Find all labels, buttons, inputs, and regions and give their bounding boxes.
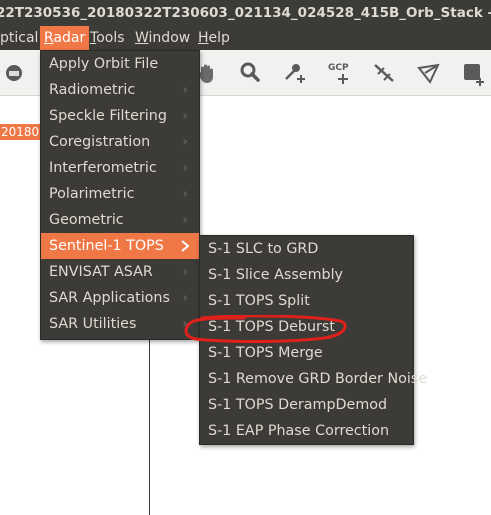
radar-item-radiometric[interactable]: Radiometric › (41, 77, 199, 103)
tops-item-label: S-1 TOPS Deburst (208, 319, 335, 335)
sentinel-1-tops-submenu: S-1 SLC to GRD S-1 Slice Assembly S-1 TO… (199, 235, 427, 445)
radar-item-speckle-filtering[interactable]: Speckle Filtering › (41, 103, 199, 129)
magic-wand-icon[interactable] (416, 60, 442, 86)
tops-item-label: S-1 TOPS Split (208, 293, 310, 309)
menu-optical-label: ptical (0, 30, 39, 46)
radar-item-label: SAR Utilities (49, 316, 137, 332)
menu-window[interactable]: Window (131, 26, 194, 50)
gcp-icon-label: GCP (328, 63, 349, 73)
gcp-add-icon[interactable]: GCP (325, 60, 357, 86)
roi-icon[interactable] (460, 60, 486, 86)
tops-item-tops-split[interactable]: S-1 TOPS Split (200, 288, 413, 314)
radar-item-label: ENVISAT ASAR (49, 264, 153, 280)
tops-item-tops-deburst[interactable]: S-1 TOPS Deburst (200, 314, 413, 340)
tops-item-tops-merge[interactable]: S-1 TOPS Merge (200, 340, 413, 366)
tops-item-remove-grd-border-noise[interactable]: S-1 Remove GRD Border Noise (200, 366, 427, 392)
radar-item-label: Polarimetric (49, 186, 135, 202)
radar-item-label: Coregistration (49, 134, 151, 150)
radar-item-label: Geometric (49, 212, 124, 228)
radar-item-envisat-asar[interactable]: ENVISAT ASAR › (41, 259, 199, 285)
radar-item-sentinel-1-tops[interactable]: Sentinel-1 TOPS (41, 233, 199, 259)
tops-item-tops-derampdemod[interactable]: S-1 TOPS DerampDemod (200, 392, 413, 418)
chevron-right-icon: › (182, 186, 188, 202)
radar-item-label: SAR Applications (49, 290, 170, 306)
chevron-right-icon: › (182, 290, 188, 306)
radar-item-label: Radiometric (49, 82, 136, 98)
menu-window-label: indow (148, 30, 191, 46)
radar-item-interferometric[interactable]: Interferometric › (41, 155, 199, 181)
menu-help[interactable]: Help (194, 26, 234, 50)
chevron-right-icon: › (182, 134, 188, 150)
chevron-right-icon: › (182, 212, 188, 228)
radar-item-label: Interferometric (49, 160, 157, 176)
tops-item-label: S-1 Slice Assembly (208, 267, 344, 283)
tops-item-label: S-1 TOPS Merge (208, 345, 323, 361)
radar-item-apply-orbit-file[interactable]: Apply Orbit File (41, 51, 199, 77)
tops-item-slc-to-grd[interactable]: S-1 SLC to GRD (200, 236, 413, 262)
menu-window-mnemonic: W (135, 30, 149, 46)
menu-help-label: elp (208, 30, 230, 46)
pin-add-icon[interactable] (281, 60, 307, 86)
radar-item-sar-applications[interactable]: SAR Applications › (41, 285, 199, 311)
radar-item-polarimetric[interactable]: Polarimetric › (41, 181, 199, 207)
radar-item-label: Apply Orbit File (49, 56, 159, 72)
menu-tools-label: ools (96, 30, 125, 46)
chevron-right-icon: › (182, 160, 188, 176)
tops-item-eap-phase-correction[interactable]: S-1 EAP Phase Correction (200, 418, 413, 444)
tops-item-label: S-1 Remove GRD Border Noise (208, 371, 428, 387)
menu-radar[interactable]: Radar (40, 26, 90, 50)
chart-icon[interactable] (2, 60, 28, 86)
menu-optical[interactable]: ptical (0, 26, 42, 50)
window-title: 22T230536_20180322T230603_021134_024528_… (0, 5, 491, 21)
app-window: 22T230536_20180322T230603_021134_024528_… (0, 0, 491, 515)
window-title-bar: 22T230536_20180322T230603_021134_024528_… (0, 0, 491, 26)
chevron-right-icon: › (182, 316, 188, 332)
tops-item-label: S-1 TOPS DerampDemod (208, 397, 388, 413)
menu-bar: ptical Radar Tools Window Help (0, 26, 491, 50)
menu-tools[interactable]: Tools (86, 26, 129, 50)
tops-item-label: S-1 SLC to GRD (208, 241, 319, 257)
chevron-right-icon: › (182, 264, 188, 280)
radar-menu: Apply Orbit File Radiometric › Speckle F… (40, 50, 200, 340)
menu-radar-mnemonic: R (44, 30, 54, 46)
menu-help-mnemonic: H (198, 30, 209, 46)
radar-item-coregistration[interactable]: Coregistration › (41, 129, 199, 155)
chevron-right-icon: › (182, 82, 188, 98)
radar-item-sar-utilities[interactable]: SAR Utilities › (41, 311, 199, 337)
zoom-icon[interactable] (237, 60, 263, 86)
chevron-right-icon: › (182, 108, 188, 124)
tops-item-label: S-1 EAP Phase Correction (208, 423, 390, 439)
radar-item-label: Speckle Filtering (49, 108, 167, 124)
range-finder-icon[interactable] (371, 60, 397, 86)
radar-item-geometric[interactable]: Geometric › (41, 207, 199, 233)
radar-item-label: Sentinel-1 TOPS (49, 238, 164, 254)
chevron-right-icon (179, 233, 191, 259)
menu-radar-label: adar (53, 30, 86, 46)
tops-item-slice-assembly[interactable]: S-1 Slice Assembly (200, 262, 413, 288)
